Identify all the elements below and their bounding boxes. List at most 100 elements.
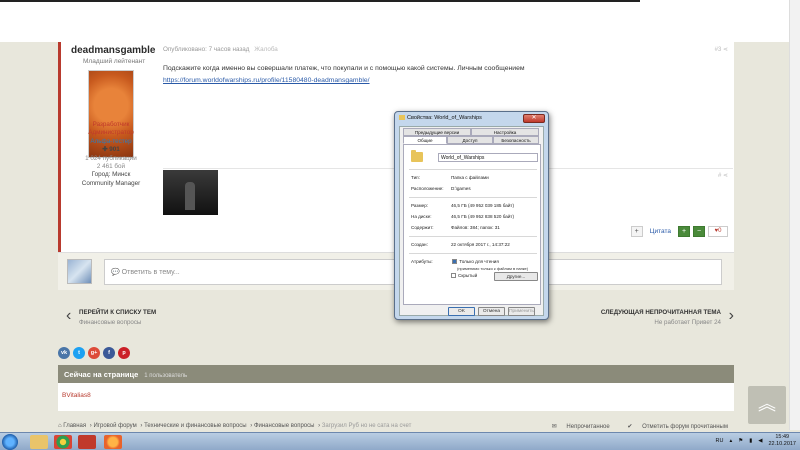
multiquote-button[interactable]: +	[630, 226, 643, 237]
breadcrumb-home[interactable]: Главная	[63, 423, 86, 429]
tab-security[interactable]: Безопасность	[493, 136, 539, 144]
breadcrumb-current: Загрузил Руб но не сата на счет	[321, 423, 412, 429]
chevron-right-icon: ›	[728, 307, 734, 324]
readonly-note: (применимо только к файлам в папке)	[457, 266, 529, 271]
unread-link[interactable]: ✉ Непрочитанное	[544, 424, 610, 430]
app-icon[interactable]	[78, 435, 96, 449]
google-plus-icon[interactable]: g+	[88, 347, 100, 359]
chevron-up-icon: ︽	[758, 394, 776, 414]
folder-icon	[411, 150, 423, 162]
chevron-left-icon: ‹	[66, 307, 72, 324]
dialog-buttons: OK Отмена Применить	[448, 307, 535, 316]
start-button[interactable]	[2, 434, 18, 450]
tab-customize[interactable]: Настройка	[471, 128, 539, 136]
hidden-check[interactable]	[451, 273, 456, 278]
readonly-checkbox[interactable]: Только для чтения	[452, 259, 499, 264]
back-to-top-button[interactable]: ︽	[748, 386, 786, 424]
like-button[interactable]: ♥0	[708, 226, 728, 237]
location-value: D:\games	[451, 186, 471, 191]
mark-read-label: Отметить форум прочитанным	[642, 424, 728, 430]
upvote-button[interactable]: +	[678, 226, 690, 237]
social-share: vk t g+ f p	[58, 347, 130, 359]
type-value: Папка с файлами	[451, 175, 489, 180]
profile-link[interactable]: https://forum.worldofwarships.ru/profile…	[163, 77, 370, 84]
dialog-title: Свойства: World_of_Warships	[399, 115, 482, 121]
author-name[interactable]: deadmansgamble	[71, 45, 155, 56]
chrome-icon[interactable]	[54, 435, 72, 449]
explorer-icon[interactable]	[30, 435, 48, 449]
online-header: Сейчас на странице 1 пользователь	[58, 365, 734, 383]
tab-sharing[interactable]: Доступ	[447, 136, 493, 144]
unread-label: Непрочитанное	[566, 424, 610, 430]
role-admin: Администратор	[88, 129, 134, 137]
scrollbar[interactable]	[789, 0, 800, 430]
contains-value: Файлов: 384; папок: 31	[451, 225, 500, 230]
like-count: 0	[718, 228, 722, 234]
tab-previous-versions[interactable]: Предыдущие версии	[403, 128, 471, 136]
advanced-button[interactable]: Другие...	[494, 272, 538, 281]
close-button[interactable]: ✕	[523, 114, 545, 123]
clock[interactable]: 15:49 22.10.2017	[768, 434, 796, 448]
pinterest-icon[interactable]: p	[118, 347, 130, 359]
language-indicator[interactable]: RU	[716, 438, 724, 444]
created-label: Создан:	[411, 242, 428, 247]
next-sub: Не работает Привет 24	[654, 319, 721, 326]
breadcrumb-tech[interactable]: Технические и финансовые вопросы	[144, 423, 247, 429]
location-label: Расположение:	[411, 186, 444, 191]
tray-arrow-icon[interactable]: ▴	[730, 438, 733, 444]
tab-general[interactable]: Общие	[403, 136, 447, 144]
volume-icon[interactable]: ◀	[758, 438, 762, 444]
quote-button[interactable]: Цитата	[650, 228, 671, 235]
role-developer: Разработчик	[92, 121, 130, 128]
facebook-icon[interactable]: f	[103, 347, 115, 359]
reputation-value: 901	[109, 146, 120, 154]
clock-date: 22.10.2017	[768, 441, 796, 447]
hidden-checkbox[interactable]: Скрытый	[451, 273, 477, 278]
next-label: СЛЕДУЮЩАЯ НЕПРОЧИТАННАЯ ТЕМА	[600, 309, 721, 316]
ok-button[interactable]: OK	[448, 307, 475, 316]
separator	[409, 253, 537, 254]
separator	[409, 197, 537, 198]
twitter-icon[interactable]: t	[73, 347, 85, 359]
attributes-label: Атрибуты:	[411, 259, 433, 264]
page-header	[0, 0, 800, 42]
disk-size-row: На диске: 46,5 ГБ (49 952 838 520 байт)	[411, 214, 514, 219]
readonly-label: Только для чтения	[459, 259, 499, 264]
cancel-button[interactable]: Отмена	[478, 307, 505, 316]
general-pane: World_of_Warships Тип: Папка с файлами Ра…	[403, 144, 541, 305]
hidden-label: Скрытый	[458, 273, 478, 278]
separator	[409, 169, 537, 170]
mark-read-link[interactable]: ✔ Отметить форум прочитанным	[619, 424, 728, 430]
flag-icon[interactable]: ⚑	[738, 438, 743, 444]
vk-icon[interactable]: vk	[58, 347, 70, 359]
user-avatar	[67, 259, 92, 284]
apply-button[interactable]: Применить	[508, 307, 535, 316]
firefox-icon[interactable]	[104, 435, 122, 449]
network-icon[interactable]: ▮	[749, 438, 752, 444]
breadcrumb-finance[interactable]: Финансовые вопросы	[254, 423, 314, 429]
type-label: Тип:	[411, 175, 420, 180]
size-value: 46,5 ГБ (49 952 039 185 байт)	[451, 203, 515, 208]
breadcrumb-game-forum[interactable]: Игровой форум	[93, 423, 136, 429]
post-actions: + Цитата + − ♥0	[630, 226, 728, 237]
report-link[interactable]: Жалоба	[254, 46, 278, 53]
check-icon: ✔	[627, 424, 635, 430]
post-image[interactable]	[163, 170, 218, 215]
share-link[interactable]: #3 ⋖	[715, 46, 728, 53]
disk-size-label: На диске:	[411, 214, 432, 219]
online-list: BVitalias8	[58, 383, 734, 411]
size-label: Размер:	[411, 203, 429, 208]
folder-name-field[interactable]: World_of_Warships	[438, 153, 538, 162]
comment-icon: 💬	[111, 269, 122, 276]
folder-icon	[399, 115, 405, 120]
share-link-2[interactable]: # ⋖	[718, 172, 728, 179]
forum-actions: ✉ Непрочитанное ✔ Отметить форум прочита…	[536, 423, 728, 430]
properties-dialog: Свойства: World_of_Warships ✕ Предыдущие…	[394, 111, 549, 320]
attributes-row: Атрибуты: Только для чтения	[411, 259, 499, 264]
prev-label: ПЕРЕЙТИ К СПИСКУ ТЕМ	[79, 309, 157, 316]
separator	[409, 236, 537, 237]
downvote-button[interactable]: −	[693, 226, 705, 237]
posts-count: 1 024 публикации	[85, 154, 137, 162]
online-user[interactable]: BVitalias8	[62, 392, 91, 399]
readonly-check[interactable]	[452, 259, 458, 264]
